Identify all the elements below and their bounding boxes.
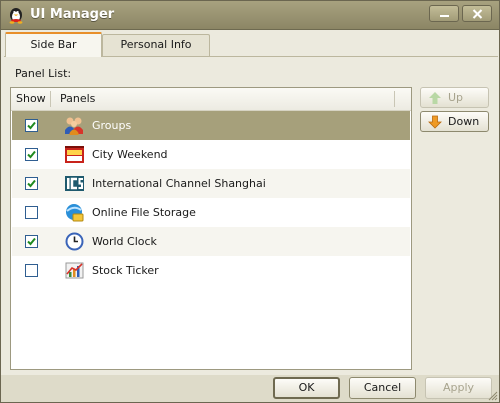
checkmark-icon <box>27 237 36 246</box>
list-item-label: Online File Storage <box>92 206 196 219</box>
show-checkbox-city-weekend[interactable] <box>25 148 38 161</box>
minimize-button[interactable] <box>429 5 459 22</box>
list-header: Show Panels <box>11 88 411 111</box>
list-item-label: City Weekend <box>92 148 168 161</box>
ok-button[interactable]: OK <box>273 377 340 399</box>
list-item-world-clock[interactable]: World Clock <box>12 227 410 256</box>
list-item-label: Stock Ticker <box>92 264 159 277</box>
list-item-city-weekend[interactable]: City Weekend <box>12 140 410 169</box>
column-divider[interactable] <box>50 91 51 107</box>
move-down-button[interactable]: Down <box>420 111 489 132</box>
move-up-label: Up <box>448 91 464 104</box>
cancel-button[interactable]: Cancel <box>349 377 416 399</box>
file-storage-icon <box>66 204 84 222</box>
tab-side-bar[interactable]: Side Bar <box>5 32 102 57</box>
show-checkbox-online-file-storage[interactable] <box>25 206 38 219</box>
show-checkbox-groups[interactable] <box>25 119 38 132</box>
apply-button[interactable]: Apply <box>425 377 492 399</box>
ui-manager-window: UI Manager Side Bar Personal Info Panel … <box>0 0 500 403</box>
panel-list[interactable]: Show Panels Groups City Weekend Internat… <box>10 87 412 370</box>
checkmark-icon <box>27 179 36 188</box>
column-header-show[interactable]: Show <box>16 92 46 105</box>
clock-icon <box>65 232 84 251</box>
list-item-stock-ticker[interactable]: Stock Ticker <box>12 256 410 285</box>
close-button[interactable] <box>462 5 492 22</box>
list-item-ics[interactable]: International Channel Shanghai <box>12 169 410 198</box>
arrow-down-icon <box>428 115 442 129</box>
arrow-up-icon <box>429 92 441 104</box>
list-item-label: Groups <box>92 119 132 132</box>
show-checkbox-world-clock[interactable] <box>25 235 38 248</box>
tab-personal-info[interactable]: Personal Info <box>102 34 210 56</box>
panel-list-label: Panel List: <box>15 67 72 80</box>
list-item-groups[interactable]: Groups <box>12 111 410 140</box>
tab-strip: Side Bar Personal Info <box>4 32 498 57</box>
move-down-label: Down <box>448 115 480 128</box>
list-item-online-file-storage[interactable]: Online File Storage <box>12 198 410 227</box>
column-header-panels[interactable]: Panels <box>60 92 95 105</box>
checkmark-icon <box>27 150 36 159</box>
minimize-icon <box>440 15 449 17</box>
show-checkbox-ics[interactable] <box>25 177 38 190</box>
stock-ticker-icon <box>65 262 84 279</box>
resize-grip-icon[interactable] <box>488 391 498 401</box>
window-title: UI Manager <box>30 7 115 22</box>
ics-icon <box>65 176 84 191</box>
groups-icon <box>65 117 83 135</box>
title-bar[interactable]: UI Manager <box>1 1 499 30</box>
list-item-label: World Clock <box>92 235 157 248</box>
column-divider[interactable] <box>394 91 395 107</box>
move-up-button[interactable]: Up <box>420 87 489 108</box>
city-weekend-icon <box>65 146 84 163</box>
checkmark-icon <box>27 121 36 130</box>
list-item-label: International Channel Shanghai <box>92 177 266 190</box>
penguin-app-icon <box>9 8 23 24</box>
show-checkbox-stock-ticker[interactable] <box>25 264 38 277</box>
close-icon <box>472 9 483 19</box>
